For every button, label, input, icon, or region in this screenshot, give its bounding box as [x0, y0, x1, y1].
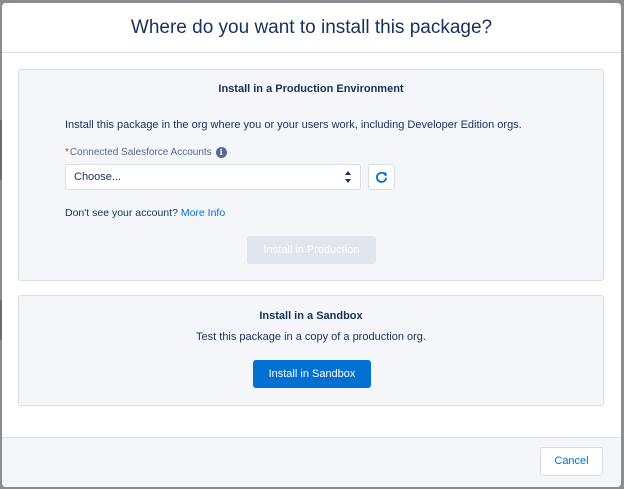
no-account-text: Don't see your account? More Info — [65, 207, 225, 219]
cancel-button[interactable]: Cancel — [540, 447, 603, 476]
connected-accounts-label: * Connected Salesforce Accounts i — [65, 147, 227, 158]
modal-body: Install in a Production Environment Inst… — [2, 53, 621, 437]
production-card-title: Install in a Production Environment — [218, 83, 404, 95]
install-in-sandbox-button[interactable]: Install in Sandbox — [253, 360, 371, 388]
sandbox-card: Install in a Sandbox Test this package i… — [18, 295, 604, 406]
sandbox-card-title: Install in a Sandbox — [259, 310, 363, 322]
install-package-modal: Where do you want to install this packag… — [2, 3, 621, 487]
no-account-question: Don't see your account? — [65, 207, 178, 219]
connected-accounts-select-value: Choose... — [74, 171, 122, 183]
info-icon[interactable]: i — [215, 147, 227, 158]
refresh-icon — [376, 171, 387, 183]
connected-accounts-label-text: Connected Salesforce Accounts — [69, 147, 212, 158]
modal-footer: Cancel — [2, 437, 621, 487]
install-in-production-button[interactable]: Install in Production — [247, 236, 376, 264]
sandbox-card-description: Test this package in a copy of a product… — [196, 331, 426, 343]
connected-accounts-select[interactable]: Choose... — [65, 164, 361, 190]
production-card: Install in a Production Environment Inst… — [18, 69, 604, 281]
production-card-description: Install this package in the org where yo… — [65, 119, 522, 131]
chevron-updown-icon — [345, 171, 351, 183]
modal-title: Where do you want to install this packag… — [130, 17, 493, 38]
refresh-accounts-button[interactable] — [368, 164, 395, 190]
more-info-link[interactable]: More Info — [181, 207, 225, 219]
modal-header: Where do you want to install this packag… — [2, 3, 621, 53]
required-marker: * — [65, 147, 69, 158]
